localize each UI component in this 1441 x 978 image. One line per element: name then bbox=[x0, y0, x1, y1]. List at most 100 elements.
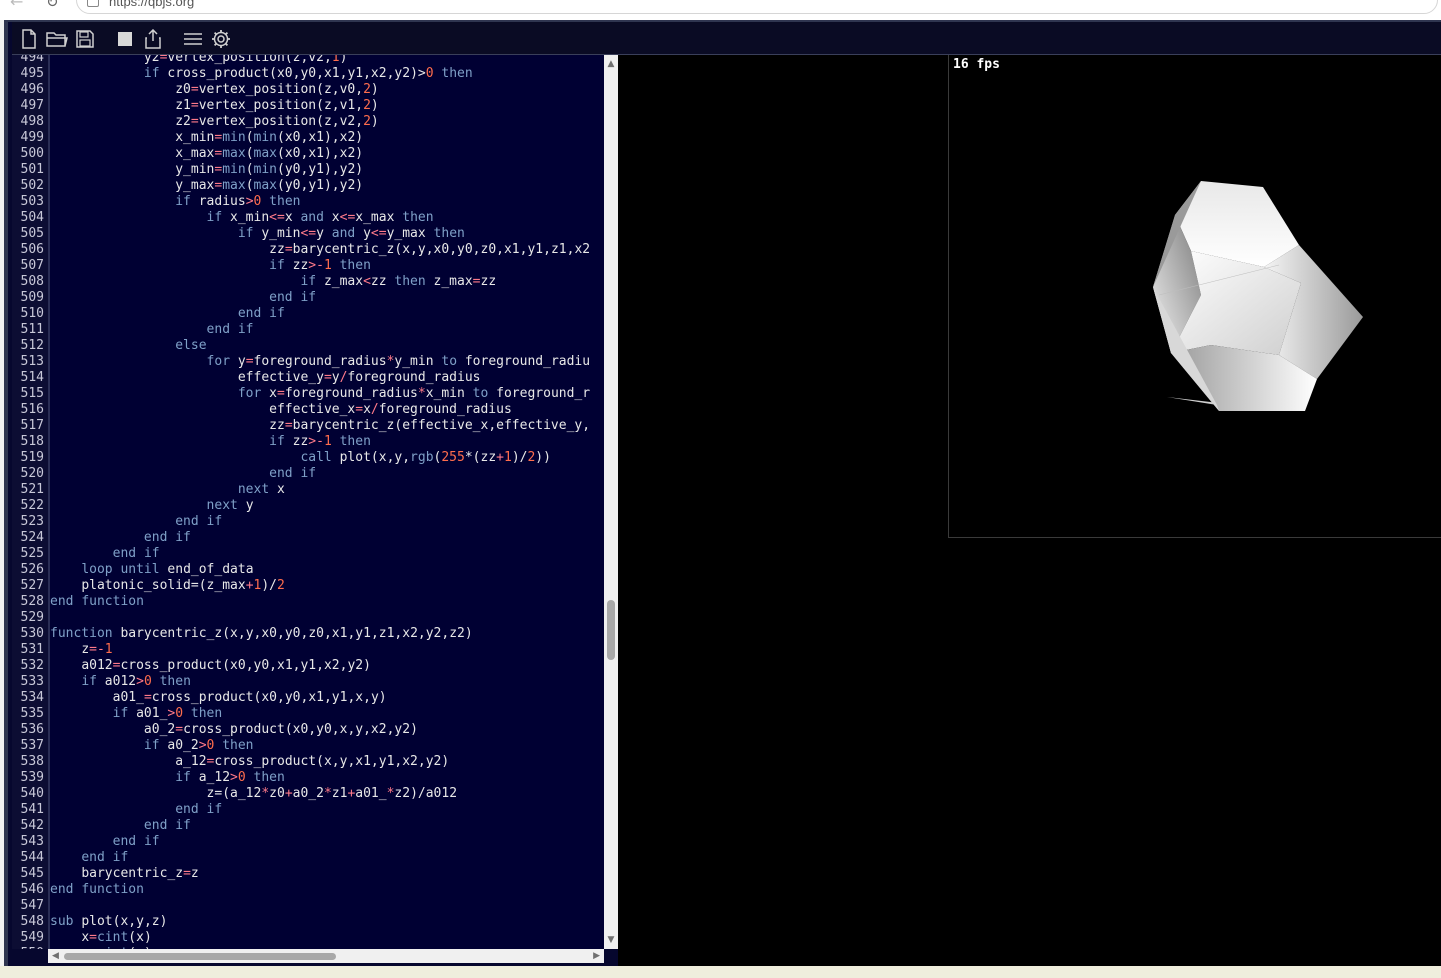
code-line[interactable]: 519 call plot(x,y,rgb(255*(zz+1)/2)) bbox=[12, 450, 590, 466]
code-line[interactable]: 536 a0_2=cross_product(x0,y0,x,y,x2,y2) bbox=[12, 722, 590, 738]
editor-vertical-scrollbar[interactable]: ▲ ▼ bbox=[604, 55, 618, 949]
code-line[interactable]: 497 z1=vertex_position(z,v1,2) bbox=[12, 98, 590, 114]
code-line[interactable]: 529 bbox=[12, 610, 590, 626]
code-line[interactable]: 548 sub plot(x,y,z) bbox=[12, 914, 590, 930]
code-line[interactable]: 524 end if bbox=[12, 530, 590, 546]
code-line[interactable]: 513 for y=foreground_radius*y_min to for… bbox=[12, 354, 591, 370]
code-line[interactable]: 512 else bbox=[12, 338, 590, 354]
line-code: if a012>0 then bbox=[81, 674, 191, 689]
back-arrow-icon[interactable]: ← bbox=[10, 0, 23, 10]
code-line[interactable]: 498 z2=vertex_position(z,v2,2) bbox=[12, 114, 590, 130]
share-icon bbox=[145, 29, 161, 49]
line-number: 546 bbox=[20, 882, 44, 897]
code-line[interactable]: 508 if z_max<zz then z_max=zz bbox=[12, 274, 590, 290]
line-code: function barycentric_z(x,y,x0,y0,z0,x1,y… bbox=[50, 626, 473, 641]
line-number: 532 bbox=[20, 658, 44, 673]
new-file-button[interactable] bbox=[18, 28, 40, 50]
settings-button[interactable] bbox=[210, 28, 232, 50]
scroll-up-icon[interactable]: ▲ bbox=[606, 59, 616, 69]
code-line[interactable]: 501 y_min=min(min(y0,y1),y2) bbox=[12, 162, 590, 178]
code-line[interactable]: 543 end if bbox=[12, 834, 590, 850]
code-line[interactable]: 534 a01_=cross_product(x0,y0,x1,y1,x,y) bbox=[12, 690, 590, 706]
line-number: 526 bbox=[20, 562, 44, 577]
scroll-right-icon[interactable]: ▶ bbox=[593, 951, 600, 961]
code-line[interactable]: 539 if a_12>0 then bbox=[12, 770, 590, 786]
code-line[interactable]: 504 if x_min<=x and x<=x_max then bbox=[12, 210, 590, 226]
stop-button[interactable] bbox=[114, 28, 136, 50]
code-line[interactable]: 523 end if bbox=[12, 514, 590, 530]
code-line[interactable]: 495 if cross_product(x0,y0,x1,y1,x2,y2)>… bbox=[12, 66, 590, 82]
line-code: zz=barycentric_z(effective_x,effective_y… bbox=[269, 418, 591, 433]
reload-icon[interactable]: ↻ bbox=[46, 0, 59, 10]
horizontal-scroll-thumb[interactable] bbox=[64, 953, 336, 960]
code-line[interactable]: 502 y_max=max(max(y0,y1),y2) bbox=[12, 178, 590, 194]
code-line[interactable]: 515 for x=foreground_radius*x_min to for… bbox=[12, 386, 591, 402]
code-line[interactable]: 545 barycentric_z=z bbox=[12, 866, 590, 882]
code-line[interactable]: 527 platonic_solid=(z_max+1)/2 bbox=[12, 578, 590, 594]
code-line[interactable]: 533 if a012>0 then bbox=[12, 674, 590, 690]
line-number: 504 bbox=[20, 210, 44, 225]
save-button[interactable] bbox=[74, 28, 96, 50]
code-line[interactable]: 507 if zz>-1 then bbox=[12, 258, 590, 274]
code-line[interactable]: 546 end function bbox=[12, 882, 590, 898]
line-code: next y bbox=[206, 498, 254, 513]
code-line[interactable]: 521 next x bbox=[12, 482, 590, 498]
code-line[interactable]: 516 effective_x=x/foreground_radius bbox=[12, 402, 590, 418]
code-line[interactable]: 505 if y_min<=y and y<=y_max then bbox=[12, 226, 590, 242]
line-number: 514 bbox=[20, 370, 44, 385]
code-editor[interactable]: 494 y2=vertex_position(z,v2,1) 495 if cro… bbox=[12, 55, 604, 949]
code-line[interactable]: 511 end if bbox=[12, 322, 590, 338]
code-line[interactable]: 535 if a01_>0 then bbox=[12, 706, 590, 722]
code-line[interactable]: 537 if a0_2>0 then bbox=[12, 738, 590, 754]
open-button[interactable] bbox=[46, 28, 68, 50]
line-code: x_min=min(min(x0,x1),x2) bbox=[175, 130, 364, 145]
line-code: end if bbox=[175, 802, 223, 817]
code-line[interactable]: 530 function barycentric_z(x,y,x0,y0,z0,x… bbox=[12, 626, 590, 642]
code-line[interactable]: 510 end if bbox=[12, 306, 590, 322]
code-line[interactable]: 522 next y bbox=[12, 498, 590, 514]
line-number: 498 bbox=[20, 114, 44, 129]
code-line[interactable]: 544 end if bbox=[12, 850, 590, 866]
code-line[interactable]: 509 end if bbox=[12, 290, 590, 306]
code-line[interactable]: 518 if zz>-1 then bbox=[12, 434, 590, 450]
code-line[interactable]: 494 y2=vertex_position(z,v2,1) bbox=[12, 55, 590, 66]
code-line[interactable]: 532 a012=cross_product(x0,y0,x1,y1,x2,y2… bbox=[12, 658, 590, 674]
code-line[interactable]: 499 x_min=min(min(x0,x1),x2) bbox=[12, 130, 590, 146]
vertical-scroll-thumb[interactable] bbox=[607, 600, 615, 660]
line-code: effective_x=x/foreground_radius bbox=[269, 402, 512, 417]
code-line[interactable]: 531 z=-1 bbox=[12, 642, 590, 658]
code-line[interactable]: 549 x=cint(x) bbox=[12, 930, 590, 946]
code-line[interactable]: 503 if radius>0 then bbox=[12, 194, 590, 210]
line-number: 536 bbox=[20, 722, 44, 737]
line-code: if a01_>0 then bbox=[112, 706, 223, 721]
code-line[interactable]: 542 end if bbox=[12, 818, 590, 834]
editor-horizontal-scrollbar[interactable]: ◀ ▶ bbox=[48, 949, 604, 963]
scroll-left-icon[interactable]: ◀ bbox=[52, 951, 59, 961]
menu-button[interactable] bbox=[182, 28, 204, 50]
code-line[interactable]: 500 x_max=max(max(x0,x1),x2) bbox=[12, 146, 590, 162]
code-line[interactable]: 528 end function bbox=[12, 594, 590, 610]
code-line[interactable]: 506 zz=barycentric_z(x,y,x0,y0,z0,x1,y1,… bbox=[12, 242, 591, 258]
line-code: end if bbox=[143, 530, 191, 545]
code-line[interactable]: 526 loop until end_of_data bbox=[12, 562, 590, 578]
line-code: sub plot(x,y,z) bbox=[50, 914, 168, 929]
program-canvas[interactable]: 16 fps bbox=[948, 55, 1441, 538]
code-line[interactable]: 525 end if bbox=[12, 546, 590, 562]
line-number: 522 bbox=[20, 498, 44, 513]
line-code: end if bbox=[143, 818, 191, 833]
code-line[interactable]: 540 z=(a_12*z0+a0_2*z1+a01_*z2)/a012 bbox=[12, 786, 590, 802]
line-number: 531 bbox=[20, 642, 44, 657]
code-line[interactable]: 520 end if bbox=[12, 466, 590, 482]
code-line[interactable]: 517 zz=barycentric_z(effective_x,effecti… bbox=[12, 418, 591, 434]
address-bar[interactable]: https://qbjs.org bbox=[76, 0, 1438, 14]
line-code: if zz>-1 then bbox=[269, 258, 371, 273]
code-line[interactable]: 538 a_12=cross_product(x,y,x1,y1,x2,y2) bbox=[12, 754, 590, 770]
code-line[interactable]: 547 bbox=[12, 898, 590, 914]
line-code: end if bbox=[81, 850, 129, 865]
code-line[interactable]: 514 effective_y=y/foreground_radius bbox=[12, 370, 590, 386]
scroll-down-icon[interactable]: ▼ bbox=[606, 935, 616, 945]
line-number: 494 bbox=[20, 55, 44, 65]
share-button[interactable] bbox=[142, 28, 164, 50]
code-line[interactable]: 496 z0=vertex_position(z,v0,2) bbox=[12, 82, 590, 98]
code-line[interactable]: 541 end if bbox=[12, 802, 590, 818]
